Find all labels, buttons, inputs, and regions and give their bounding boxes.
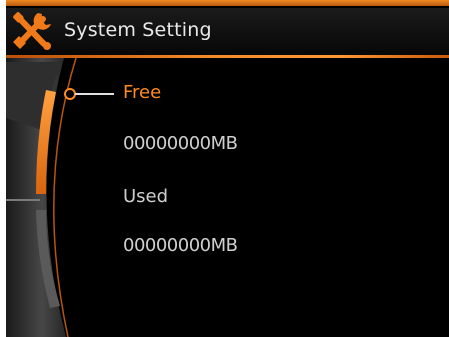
free-label[interactable]: Free: [123, 81, 161, 105]
used-label[interactable]: Used: [123, 185, 168, 209]
page-title: System Setting: [64, 19, 212, 41]
selection-pointer-icon: [64, 88, 114, 100]
tools-icon: [13, 12, 51, 50]
used-value: 00000000MB: [123, 235, 238, 256]
system-setting-screen: System Setting Free 00000000MB Used 0000…: [6, 0, 449, 337]
top-accent-strip: [6, 0, 449, 6]
free-value: 00000000MB: [123, 133, 238, 154]
